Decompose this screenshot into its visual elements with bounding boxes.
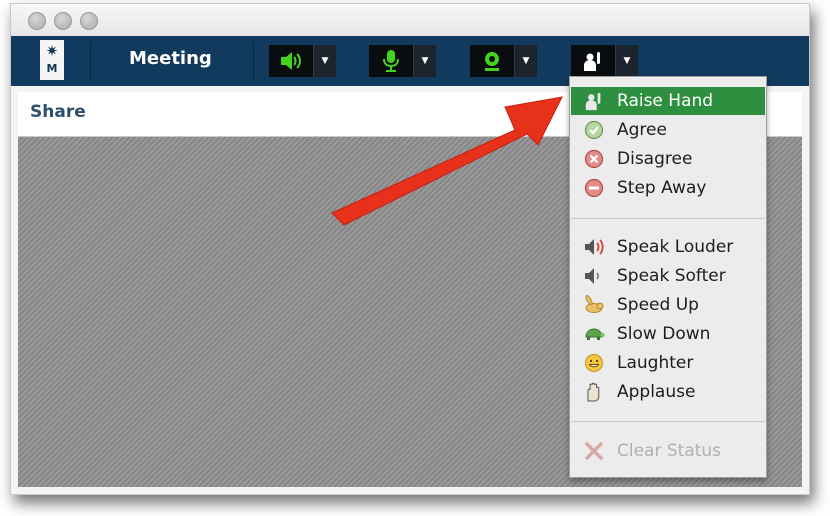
- menu-divider: [571, 218, 765, 219]
- menu-item-disagree[interactable]: Disagree: [571, 145, 765, 173]
- status-menu: Raise Hand Agree Disagree Step Away Spea…: [569, 76, 767, 478]
- menu-item-step-away[interactable]: Step Away: [571, 174, 765, 202]
- menu-divider: [571, 421, 765, 422]
- menu-item-label: Applause: [617, 382, 696, 402]
- menu-item-agree[interactable]: Agree: [571, 116, 765, 144]
- menu-item-label: Speak Softer: [617, 266, 726, 286]
- menu-item-label: Speed Up: [617, 295, 699, 315]
- menu-item-speed-up[interactable]: Speed Up: [571, 291, 765, 319]
- speaker-loud-icon: [583, 236, 605, 258]
- menu-item-laughter[interactable]: Laughter: [571, 349, 765, 377]
- applause-icon: [583, 381, 605, 403]
- smiley-icon: [583, 352, 605, 374]
- menu-item-slow-down[interactable]: Slow Down: [571, 320, 765, 348]
- menu-item-raise-hand[interactable]: Raise Hand: [571, 87, 765, 115]
- menu-item-label: Agree: [617, 120, 667, 140]
- menu-item-label: Speak Louder: [617, 237, 734, 257]
- menu-item-applause[interactable]: Applause: [571, 378, 765, 406]
- rabbit-icon: [583, 294, 605, 316]
- menu-item-speak-louder[interactable]: Speak Louder: [571, 233, 765, 261]
- menu-item-speak-softer[interactable]: Speak Softer: [571, 262, 765, 290]
- menu-item-label: Clear Status: [617, 441, 722, 461]
- menu-item-label: Laughter: [617, 353, 694, 373]
- speaker-soft-icon: [583, 265, 605, 287]
- x-circle-icon: [583, 148, 605, 170]
- minus-circle-icon: [583, 177, 605, 199]
- menu-item-label: Raise Hand: [617, 91, 714, 111]
- turtle-icon: [583, 323, 605, 345]
- menu-item-label: Disagree: [617, 149, 693, 169]
- menu-item-clear-status[interactable]: Clear Status: [571, 437, 765, 465]
- menu-item-label: Step Away: [617, 178, 707, 198]
- x-mark-icon: [583, 440, 605, 462]
- check-circle-icon: [583, 119, 605, 141]
- raise-hand-icon: [583, 90, 605, 112]
- menu-item-label: Slow Down: [617, 324, 711, 344]
